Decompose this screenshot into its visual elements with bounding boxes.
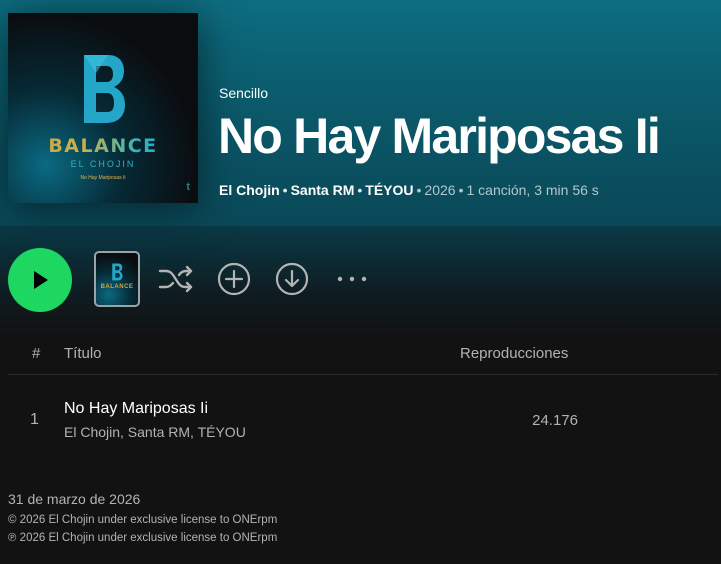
cover-corner-mark: t: [186, 181, 190, 193]
more-icon: [337, 276, 367, 282]
artist-link-0[interactable]: El Chojin: [219, 182, 280, 198]
play-icon: [34, 271, 48, 289]
shuffle-icon: [158, 265, 193, 293]
cover-logo-b: [84, 55, 125, 123]
artist-link-1[interactable]: Santa RM: [291, 182, 355, 198]
release-summary: 1 canción, 3 min 56 s: [466, 182, 599, 198]
track-artists[interactable]: El Chojin, Santa RM, TÉYOU: [64, 424, 246, 440]
meta-separator: •: [282, 182, 288, 198]
track-plays: 24.176: [532, 412, 578, 429]
more-options-button[interactable]: [334, 270, 370, 288]
cover-brand: BALANCE: [8, 135, 198, 157]
column-header-number: #: [32, 345, 41, 362]
thumb-logo-b: [112, 263, 123, 281]
add-circle-icon: [217, 262, 251, 296]
column-header-plays: Reproducciones: [460, 345, 569, 362]
cover-artist: EL CHOJIN: [70, 159, 136, 169]
play-button[interactable]: [8, 248, 72, 312]
shuffle-button[interactable]: [157, 262, 195, 296]
cover-track: No Hay Mariposas Ii: [80, 175, 126, 181]
release-year: 2026: [424, 182, 456, 198]
page-title: No Hay Mariposas Ii: [218, 108, 661, 164]
save-to-library-button[interactable]: [217, 262, 251, 296]
copyright-line: © 2026 El Chojin under exclusive license…: [8, 514, 278, 526]
album-cover[interactable]: BALANCE EL CHOJIN No Hay Mariposas Ii t: [8, 13, 198, 203]
album-page: BALANCE EL CHOJIN No Hay Mariposas Ii t …: [0, 0, 721, 564]
column-header-title: Título: [64, 345, 102, 362]
cover-thumbnail-button[interactable]: BALANCE: [94, 251, 140, 307]
artist-link-2[interactable]: TÉYOU: [365, 182, 413, 198]
thumb-brand: BALANCE: [100, 284, 134, 290]
tracklist-divider: [8, 374, 718, 375]
download-icon: [275, 262, 309, 296]
track-title[interactable]: No Hay Mariposas Ii: [64, 400, 208, 418]
release-type: Sencillo: [219, 85, 269, 101]
meta-separator: •: [416, 182, 422, 198]
release-date: 31 de marzo de 2026: [8, 491, 141, 507]
meta-separator: •: [458, 182, 464, 198]
download-button[interactable]: [275, 262, 309, 296]
meta-separator: •: [357, 182, 363, 198]
release-meta: El Chojin • Santa RM • TÉYOU • 2026 • 1 canción,…: [219, 182, 599, 198]
phonogram-line: ℗ 2026 El Chojin under exclusive license…: [8, 532, 278, 544]
track-number: 1: [30, 411, 39, 428]
